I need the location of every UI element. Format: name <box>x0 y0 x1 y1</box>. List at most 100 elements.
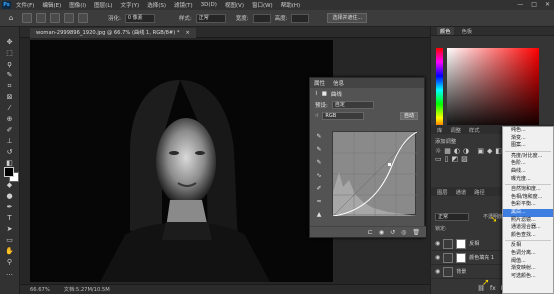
quick-select-tool-icon[interactable]: ✎ <box>3 70 17 80</box>
subtract-selection-icon[interactable] <box>64 13 74 23</box>
add-selection-icon[interactable] <box>50 13 60 23</box>
menu-file[interactable]: 文件(F) <box>16 1 34 9</box>
menu-item[interactable]: 色阶... <box>503 160 553 168</box>
menu-item[interactable]: 曝光度... <box>503 176 553 184</box>
menu-layer[interactable]: 图层(L) <box>94 1 112 9</box>
tab-color[interactable]: 颜色 <box>437 27 454 35</box>
lasso-tool-icon[interactable]: ϙ <box>3 59 17 69</box>
menu-window[interactable]: 窗口(W) <box>252 1 273 9</box>
menu-item[interactable]: 阈值... <box>503 258 553 266</box>
clipping-warning-icon[interactable]: ▲ <box>314 210 324 219</box>
tab-styles[interactable]: 样式 <box>469 126 480 134</box>
curve-pencil-tool-icon[interactable]: ✐ <box>314 184 324 193</box>
channel-select[interactable]: RGB <box>322 111 365 120</box>
visibility-icon[interactable]: ◎ <box>401 229 406 236</box>
fx-icon[interactable]: fx <box>490 285 496 294</box>
menu-item[interactable]: 曲线... <box>503 168 553 176</box>
hand-tool-icon[interactable]: ✋ <box>3 246 17 256</box>
menu-3d[interactable]: 3D(D) <box>201 2 217 8</box>
more-tools-icon[interactable]: … <box>3 268 17 278</box>
reset-icon[interactable]: ↺ <box>390 229 395 236</box>
auto-button[interactable]: 自动 <box>399 111 418 120</box>
width-input[interactable] <box>252 13 271 23</box>
menu-help[interactable]: 帮助(H) <box>281 1 300 9</box>
menu-item[interactable]: 照片滤镜... <box>503 217 553 225</box>
menu-item[interactable]: 色彩平衡... <box>503 201 553 209</box>
curve-point-tool-icon[interactable]: ∿ <box>314 171 324 180</box>
menu-item[interactable]: 色调分离... <box>503 250 553 258</box>
eye-icon[interactable]: ◉ <box>435 254 440 261</box>
clip-to-layer-icon[interactable]: ⊏ <box>368 229 373 236</box>
menu-item[interactable]: 自然饱和度... <box>503 186 553 194</box>
shape-tool-icon[interactable]: ▭ <box>3 235 17 245</box>
minimize-button[interactable]: — <box>517 1 523 8</box>
intersect-selection-icon[interactable] <box>78 13 88 23</box>
marquee-preset-icon[interactable] <box>22 13 32 23</box>
tab-layers[interactable]: 图层 <box>437 188 448 196</box>
tab-info[interactable]: 信息 <box>333 79 344 87</box>
menu-item[interactable]: 纯色... <box>503 127 553 135</box>
tab-channels[interactable]: 通道 <box>456 188 467 196</box>
new-selection-icon[interactable] <box>36 13 46 23</box>
zoom-tool-icon[interactable]: ⚲ <box>3 257 17 267</box>
menu-filter[interactable]: 滤镜(T) <box>174 1 193 9</box>
tab-swatches[interactable]: 色板 <box>462 27 473 35</box>
zoom-level[interactable]: 66.67% <box>30 287 50 293</box>
menu-item[interactable]: 反相 <box>503 242 553 250</box>
tab-paths[interactable]: 路径 <box>474 188 485 196</box>
close-tab-icon[interactable]: × <box>186 28 190 38</box>
black-point-eyedropper-icon[interactable]: ✎ <box>314 132 324 141</box>
path-select-tool-icon[interactable]: ➤ <box>3 224 17 234</box>
delete-icon[interactable]: 🗑 <box>412 229 420 236</box>
hue-slider[interactable] <box>436 48 443 132</box>
photo-canvas[interactable] <box>30 40 333 282</box>
brush-tool-icon[interactable]: ✐ <box>3 125 17 135</box>
menu-image[interactable]: 图像(I) <box>69 1 86 9</box>
home-icon[interactable]: ⌂ <box>4 13 18 23</box>
menu-view[interactable]: 视图(V) <box>225 1 244 9</box>
white-point-eyedropper-icon[interactable]: ✎ <box>314 158 324 167</box>
foreground-color-swatch[interactable] <box>4 167 14 177</box>
style-select[interactable]: 正常 <box>195 13 226 23</box>
dodge-tool-icon[interactable]: ● <box>3 191 17 201</box>
tab-properties[interactable]: 属性 <box>314 79 325 87</box>
feather-input[interactable]: 0 像素 <box>124 13 155 23</box>
preset-select[interactable]: 自定 <box>331 100 374 109</box>
close-window-button[interactable]: ✕ <box>545 1 550 8</box>
curves-graph[interactable] <box>332 131 418 217</box>
menu-edit[interactable]: 编辑(E) <box>42 1 61 9</box>
maximize-button[interactable]: □ <box>531 1 537 8</box>
menu-item[interactable]: 可选颜色... <box>503 273 553 281</box>
menu-item[interactable]: 通道混合器... <box>503 224 553 232</box>
eye-icon[interactable]: ◉ <box>435 268 440 275</box>
healing-brush-tool-icon[interactable]: ⊕ <box>3 114 17 124</box>
blend-mode-select[interactable]: 正常 <box>435 213 469 221</box>
menu-select[interactable]: 选择(S) <box>147 1 166 9</box>
menu-item[interactable]: 黑白... <box>503 208 553 217</box>
move-tool-icon[interactable]: ✥ <box>3 37 17 47</box>
menu-item[interactable]: 图案... <box>503 142 553 150</box>
pen-tool-icon[interactable]: ✒ <box>3 202 17 212</box>
gray-point-eyedropper-icon[interactable]: ✎ <box>314 145 324 154</box>
frame-tool-icon[interactable]: ⊠ <box>3 92 17 102</box>
history-brush-tool-icon[interactable]: ↺ <box>3 147 17 157</box>
view-previous-icon[interactable]: ◉ <box>379 229 384 236</box>
smooth-curve-icon[interactable]: ≈ <box>314 197 324 206</box>
type-tool-icon[interactable]: T <box>3 213 17 223</box>
eye-icon[interactable]: ◉ <box>435 240 440 247</box>
crop-tool-icon[interactable]: ⌗ <box>3 81 17 91</box>
menu-type[interactable]: 文字(Y) <box>121 1 140 9</box>
mask-icon[interactable]: ■ <box>322 91 327 97</box>
menu-item[interactable]: 颜色查找... <box>503 232 553 240</box>
marquee-tool-icon[interactable]: ⬚ <box>3 48 17 58</box>
document-tab[interactable]: woman-2999896_1920.jpg @ 66.7% (曲线 1, RG… <box>30 28 196 38</box>
target-adjust-icon[interactable]: ☝ <box>315 113 318 119</box>
tab-adjustments[interactable]: 调整 <box>450 126 461 134</box>
eyedropper-tool-icon[interactable]: ⁄ <box>3 103 17 113</box>
menu-item[interactable]: 渐变映射... <box>503 265 553 273</box>
select-and-mask-button[interactable]: 选择并遮住... <box>327 13 368 23</box>
color-field[interactable] <box>447 48 539 132</box>
tab-libraries[interactable]: 库 <box>437 126 442 134</box>
clone-stamp-tool-icon[interactable]: ⊥ <box>3 136 17 146</box>
height-input[interactable] <box>291 13 310 23</box>
